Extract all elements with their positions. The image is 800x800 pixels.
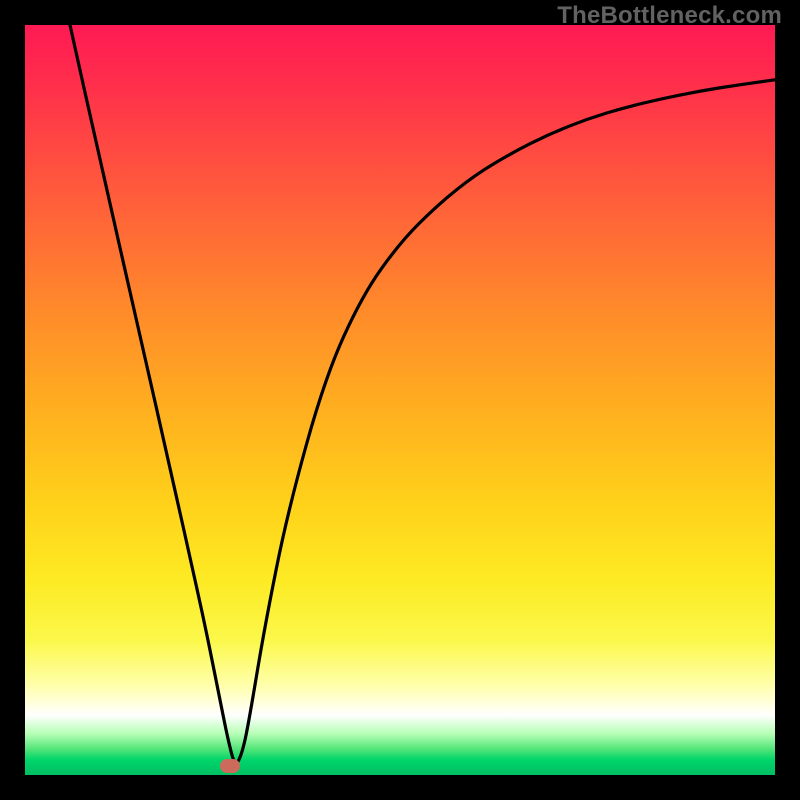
chart-frame: TheBottleneck.com [0, 0, 800, 800]
plot-area [25, 25, 775, 775]
bottleneck-curve [70, 25, 775, 763]
curve-svg [25, 25, 775, 775]
watermark-text: TheBottleneck.com [557, 2, 782, 30]
optimum-marker [220, 759, 240, 773]
